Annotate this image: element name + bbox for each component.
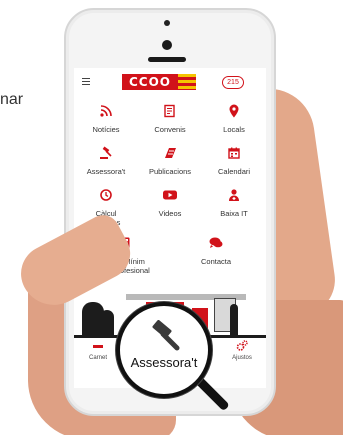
nav-ajustos[interactable]: Ajustos [218, 340, 266, 374]
menu-item-label: Convenis [154, 125, 186, 134]
menu-item-label: Publicacions [148, 167, 192, 176]
gears-icon [236, 340, 248, 351]
menu-item-locals[interactable]: Locals [202, 104, 266, 134]
menu-item-convenis[interactable]: Convenis [138, 104, 202, 134]
card-icon: ▬ [93, 340, 103, 351]
background-text: nar [0, 91, 24, 108]
menu-item-label: Calendari [217, 167, 251, 176]
front-camera [162, 40, 172, 50]
phone-sensor [164, 20, 170, 26]
earpiece-speaker [148, 57, 186, 62]
doctor-icon [229, 189, 239, 201]
rss-icon [100, 105, 112, 117]
menu-item-label: Contacta [200, 257, 232, 266]
notification-badge[interactable]: 215 [222, 76, 244, 89]
illustration-person-pointing [100, 310, 114, 338]
nav-label: Carnet [88, 355, 107, 361]
publication-icon [164, 148, 176, 158]
video-icon [163, 190, 177, 200]
clock-icon [100, 189, 112, 201]
menu-item-videos[interactable]: Videos [138, 188, 202, 218]
illustration-worker [230, 304, 238, 338]
nav-carnet[interactable]: ▬ Carnet [74, 340, 122, 374]
hamburger-menu-icon[interactable] [82, 78, 90, 85]
gavel-icon [99, 146, 112, 159]
menu-item-contacta[interactable]: Contacta [180, 236, 252, 266]
brand-name: CCOO [122, 74, 178, 90]
menu-item-label: Notícies [92, 125, 120, 134]
flag-icon [178, 74, 196, 90]
menu-item-label: Locals [223, 125, 245, 134]
chat-icon [209, 237, 223, 248]
menu-item-publicacions[interactable]: Publicacions [138, 146, 202, 176]
gavel-icon [152, 320, 180, 351]
menu-item-label: Videos [158, 209, 182, 218]
menu-item-label: Baixa IT [220, 209, 248, 218]
calendar-icon [228, 147, 240, 159]
nav-label: Ajustos [232, 355, 252, 361]
magnifier-lens: Assessora't [116, 302, 212, 398]
menu-item-noticies[interactable]: Notícies [74, 104, 138, 134]
document-icon [164, 104, 175, 118]
menu-item-baixa-it[interactable]: Baixa IT [202, 188, 266, 218]
menu-item-calendari[interactable]: Calendari [202, 146, 266, 176]
brand-logo: CCOO [122, 74, 196, 90]
magnifier-label: Assessora't [130, 355, 198, 370]
app-header: CCOO 215 [74, 68, 266, 96]
map-pin-icon [229, 104, 239, 118]
menu-item-assessorat[interactable]: Assessora't [74, 146, 138, 176]
menu-item-label: Assessora't [86, 167, 126, 176]
